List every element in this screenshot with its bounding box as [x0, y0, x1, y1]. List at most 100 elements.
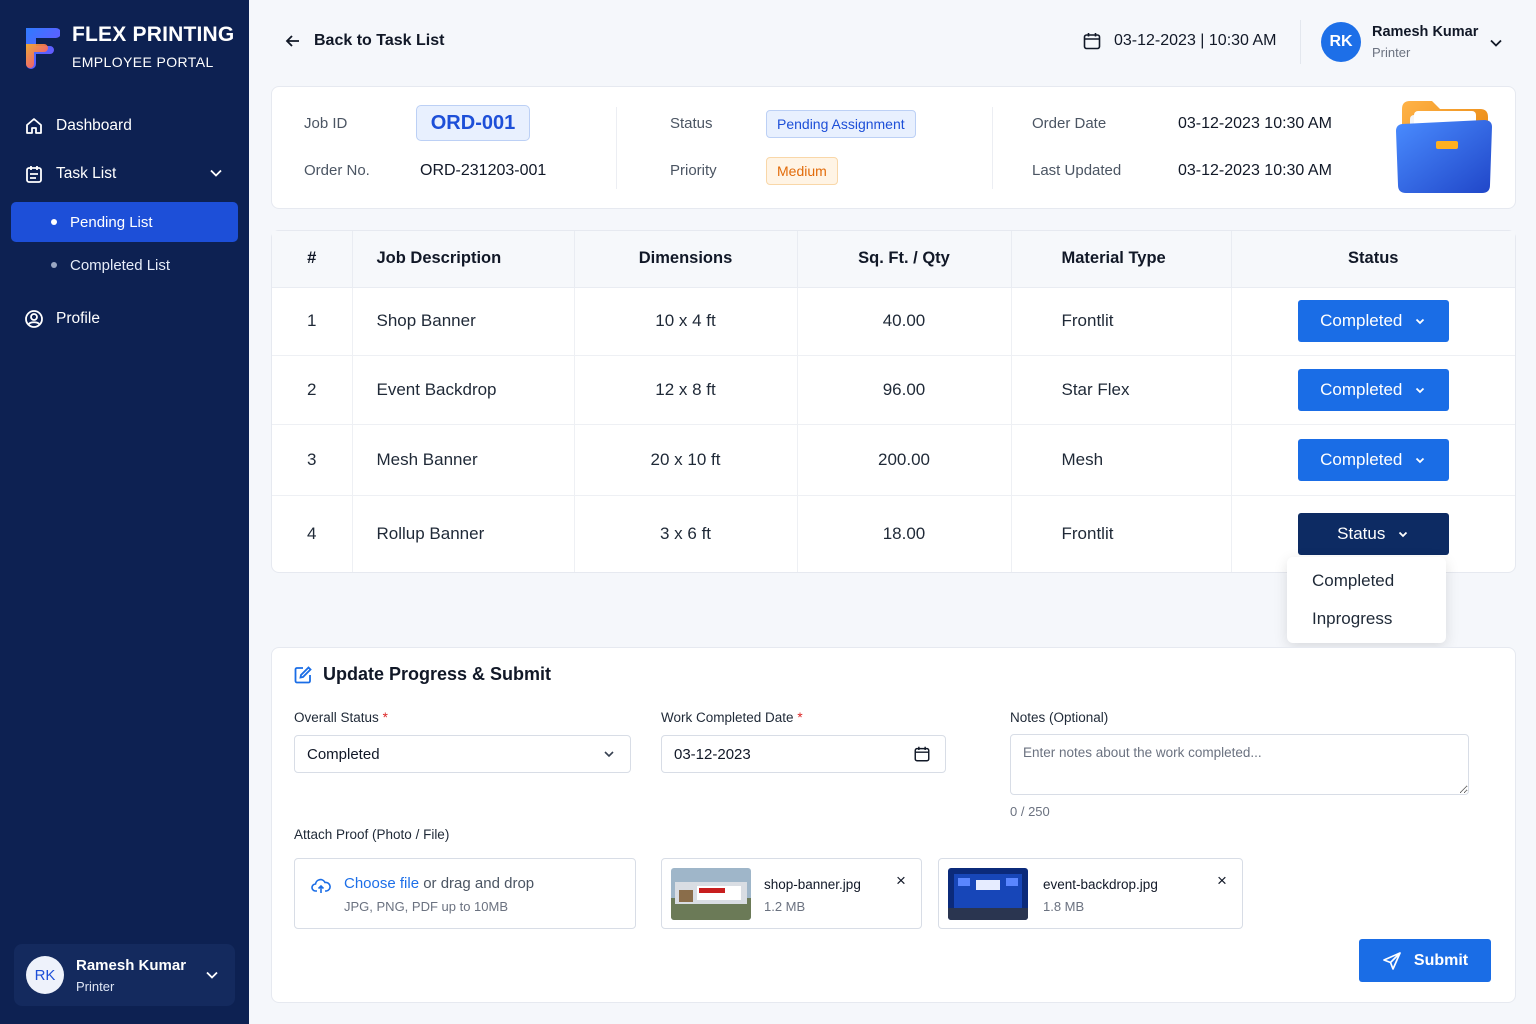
job-id-value: ORD-001: [416, 105, 530, 141]
bullet-icon: [51, 219, 57, 225]
overall-status-value: Completed: [307, 745, 380, 763]
user-role: Printer: [76, 978, 115, 994]
row-number: 2: [272, 355, 353, 425]
clipboard-icon: [26, 166, 42, 183]
status-dropdown-button[interactable]: Completed: [1297, 300, 1449, 342]
sidebar-item-task-list[interactable]: Task List: [0, 154, 249, 194]
brand-title: FLEX PRINTING: [72, 23, 235, 46]
datetime-text: 03-12-2023 | 10:30 AM: [1114, 32, 1277, 49]
bullet-icon: [51, 262, 57, 268]
dimensions: 3 x 6 ft: [574, 495, 798, 572]
file-name: event-backdrop.jpg: [1043, 877, 1158, 892]
order-date-value: 03-12-2023 10:30 AM: [1178, 115, 1332, 132]
order-date-label: Order Date: [1032, 115, 1107, 132]
status-badge: Pending Assignment: [766, 110, 916, 138]
header-user-menu[interactable]: RK Ramesh Kumar Printer: [1321, 22, 1502, 62]
column-header: Job Description: [352, 231, 575, 288]
status-dropdown-button[interactable]: Completed: [1297, 438, 1449, 481]
sidebar-item-pending-list[interactable]: Pending List: [11, 202, 238, 242]
calendar-icon[interactable]: [913, 745, 931, 763]
last-updated-value: 03-12-2023 10:30 AM: [1178, 162, 1332, 179]
job-info-card: Job ID ORD-001 Order No. ORD-231203-001 …: [271, 86, 1516, 209]
user-circle-icon: [25, 310, 43, 328]
work-date-value: 03-12-2023: [674, 745, 751, 763]
material-type: Frontlit: [1011, 495, 1232, 572]
avatar: RK: [26, 956, 64, 994]
user-role: Printer: [1372, 45, 1411, 60]
upload-hint: JPG, PNG, PDF up to 10MB: [344, 899, 508, 914]
chevron-down-icon[interactable]: [1489, 36, 1503, 50]
material-type: Star Flex: [1011, 355, 1232, 425]
job-description: Rollup Banner: [352, 495, 575, 572]
attached-file-item: event-backdrop.jpg 1.8 MB ×: [938, 858, 1243, 929]
chevron-down-icon: [1416, 387, 1425, 393]
sidebar-item-completed-list[interactable]: Completed List: [11, 245, 238, 285]
current-datetime: 03-12-2023 | 10:30 AM: [1082, 31, 1277, 51]
attached-file-item: shop-banner.jpg 1.2 MB ×: [661, 858, 922, 929]
dimensions: 20 x 10 ft: [574, 424, 798, 496]
job-description: Mesh Banner: [352, 424, 575, 496]
notes-textarea[interactable]: [1010, 734, 1469, 795]
status-cell: Completed: [1231, 287, 1515, 356]
work-completed-date-field[interactable]: 03-12-2023: [661, 735, 946, 773]
file-name: shop-banner.jpg: [764, 877, 861, 892]
sidebar-item-label: Completed List: [70, 256, 171, 274]
status-dropdown-button[interactable]: Status: [1297, 512, 1449, 555]
cloud-upload-icon: [311, 878, 331, 893]
chevron-down-icon: [1416, 457, 1425, 463]
update-progress-card: Update Progress & Submit Overall Status …: [271, 647, 1516, 1003]
sqft-qty: 18.00: [797, 495, 1012, 572]
sidebar-user-card[interactable]: RK Ramesh Kumar Printer: [14, 944, 235, 1006]
header-divider: [1300, 20, 1301, 64]
sidebar-item-label: Dashboard: [56, 117, 132, 134]
submit-label: Submit: [1413, 951, 1469, 969]
chevron-down-icon[interactable]: [209, 166, 223, 180]
file-upload-dropzone[interactable]: Choose file or drag and drop JPG, PNG, P…: [294, 858, 636, 929]
job-description: Shop Banner: [352, 287, 575, 356]
row-number: 3: [272, 424, 353, 496]
dimensions: 12 x 8 ft: [574, 355, 798, 425]
choose-file-link[interactable]: Choose file: [344, 875, 419, 892]
send-icon: [1383, 951, 1401, 970]
sidebar-item-dashboard[interactable]: Dashboard: [0, 106, 249, 146]
sqft-qty: 40.00: [797, 287, 1012, 356]
status-dropdown-button[interactable]: Completed: [1297, 368, 1449, 411]
overall-status-select[interactable]: Completed: [294, 735, 631, 773]
table-row: 3 Mesh Banner 20 x 10 ft 200.00 Mesh Com…: [272, 424, 1515, 496]
work-date-label: Work Completed Date *: [661, 710, 803, 725]
upload-instructions: Choose file or drag and drop: [344, 875, 535, 892]
job-id-label: Job ID: [304, 115, 348, 132]
remove-file-icon[interactable]: ×: [1217, 871, 1227, 891]
submit-button[interactable]: Submit: [1359, 939, 1491, 982]
home-icon: [26, 118, 42, 134]
column-header: Sq. Ft. / Qty: [797, 231, 1012, 288]
dropdown-option-completed[interactable]: Completed: [1287, 569, 1446, 607]
notes-char-counter: 0 / 250: [1010, 804, 1050, 819]
job-items-table: # Job Description Dimensions Sq. Ft. / Q…: [272, 231, 1515, 572]
dimensions: 10 x 4 ft: [574, 287, 798, 356]
remove-file-icon[interactable]: ×: [896, 871, 906, 891]
edit-icon: [294, 665, 312, 683]
table-row: 1 Shop Banner 10 x 4 ft 40.00 Frontlit C…: [272, 287, 1515, 356]
overall-status-label: Overall Status *: [294, 710, 388, 725]
priority-badge: Medium: [766, 157, 838, 185]
section-title: Update Progress & Submit: [293, 664, 551, 685]
brand-subtitle: EMPLOYEE PORTAL: [72, 54, 214, 70]
notes-label: Notes (Optional): [1010, 710, 1109, 725]
column-header: Material Type: [1011, 231, 1232, 288]
dropdown-option-inprogress[interactable]: Inprogress: [1287, 607, 1446, 645]
file-size: 1.2 MB: [764, 899, 806, 914]
sidebar-item-profile[interactable]: Profile: [0, 299, 249, 339]
material-type: Mesh: [1011, 424, 1232, 496]
priority-label: Priority: [670, 162, 717, 179]
chevron-down-icon: [1399, 531, 1408, 538]
back-to-task-list-link[interactable]: Back to Task List: [284, 32, 444, 50]
material-type: Frontlit: [1011, 287, 1232, 356]
job-description: Event Backdrop: [352, 355, 575, 425]
last-updated-label: Last Updated: [1032, 162, 1122, 179]
chevron-down-icon[interactable]: [205, 968, 219, 982]
avatar: RK: [1321, 22, 1361, 62]
status-dropdown-label: Completed: [1320, 379, 1403, 399]
flex-logo-icon: [22, 24, 61, 70]
sidebar-item-label: Pending List: [70, 213, 153, 231]
